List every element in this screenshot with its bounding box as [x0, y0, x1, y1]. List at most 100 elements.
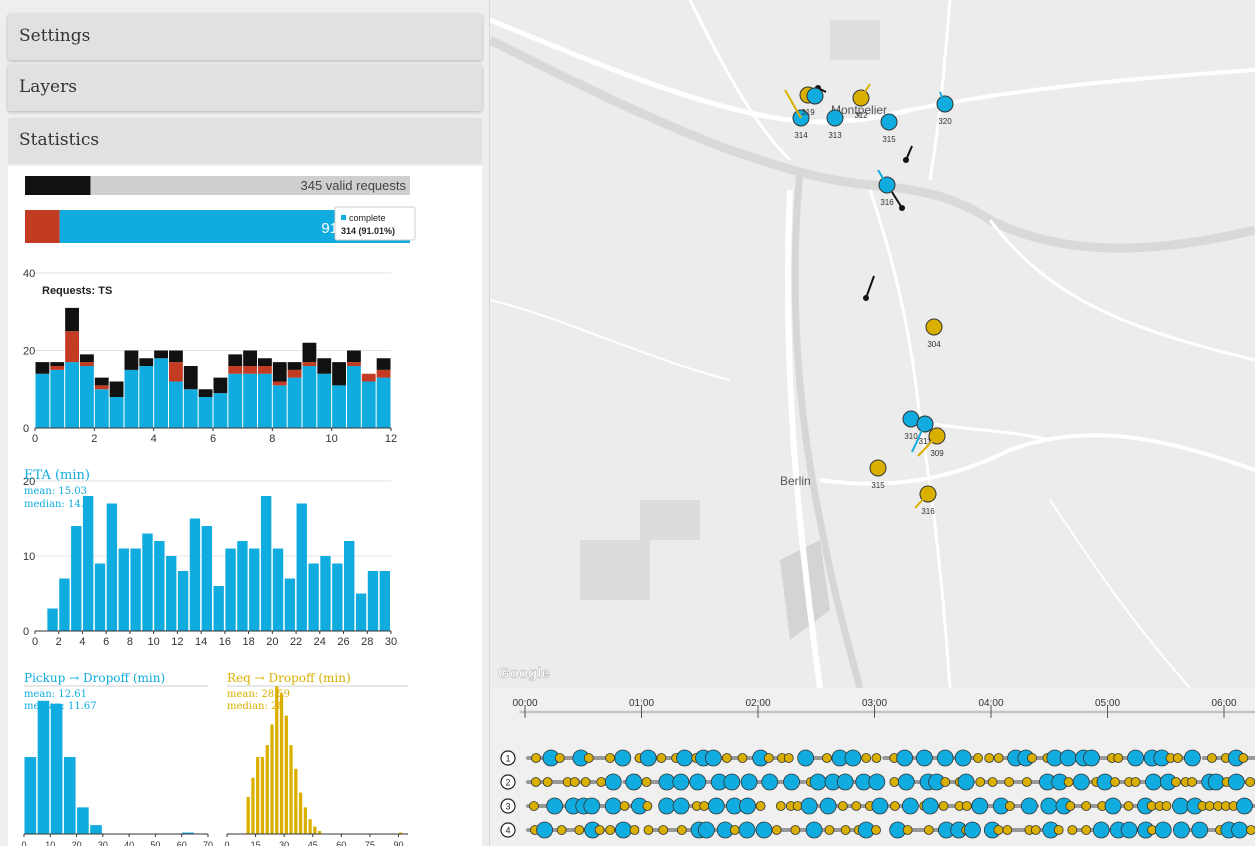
bar-segment[interactable] — [154, 358, 168, 428]
timeline-event[interactable] — [984, 753, 995, 763]
bar-segment[interactable] — [332, 362, 346, 386]
bar[interactable] — [260, 496, 272, 631]
timeline-event[interactable] — [530, 777, 541, 787]
bar[interactable] — [303, 807, 307, 834]
timeline-event[interactable] — [672, 797, 690, 815]
timeline-event[interactable] — [1004, 777, 1014, 787]
bar[interactable] — [189, 518, 201, 632]
bar-segment[interactable] — [169, 381, 183, 429]
timeline-row[interactable]: 4 — [500, 821, 1255, 839]
timeline-event[interactable] — [1072, 773, 1090, 791]
bar-segment[interactable] — [183, 389, 198, 428]
bar-segment[interactable] — [50, 369, 65, 428]
timeline-event[interactable] — [1127, 749, 1144, 767]
bar[interactable] — [118, 548, 129, 632]
timeline-event[interactable] — [1172, 797, 1189, 815]
timeline-event[interactable] — [783, 753, 794, 763]
statistics-accordion-header[interactable]: Statistics — [8, 118, 482, 164]
timeline-event[interactable] — [890, 801, 900, 811]
bar-segment[interactable] — [332, 385, 346, 428]
timeline-event[interactable] — [897, 773, 915, 791]
bar-segment[interactable] — [347, 362, 361, 366]
timeline-event[interactable] — [824, 825, 835, 835]
timeline-event[interactable] — [739, 797, 756, 815]
bar[interactable] — [237, 541, 248, 631]
bar-segment[interactable] — [287, 362, 302, 370]
bar-segment[interactable] — [169, 362, 183, 382]
timeline-event[interactable] — [775, 801, 786, 811]
bar-segment[interactable] — [80, 354, 94, 363]
bar[interactable] — [296, 503, 307, 632]
timeline-event[interactable] — [871, 825, 881, 835]
timeline-event[interactable] — [546, 797, 564, 815]
timeline-event[interactable] — [1081, 801, 1092, 811]
bar-segment[interactable] — [228, 354, 243, 366]
bar[interactable] — [308, 819, 312, 834]
timeline-event[interactable] — [837, 801, 848, 811]
timeline-event[interactable] — [921, 797, 939, 815]
timeline-event[interactable] — [641, 777, 652, 787]
timeline-canvas[interactable]: 00:00 01:00 02:00 03:00 04:00 05:00 06:00 1 2 3 4 — [490, 688, 1255, 846]
bar-segment[interactable] — [35, 362, 50, 374]
timeline-event[interactable] — [938, 801, 949, 811]
timeline-event[interactable] — [1059, 749, 1077, 767]
bar-segment[interactable] — [94, 385, 109, 390]
timeline-event[interactable] — [569, 777, 580, 787]
timeline-event[interactable] — [697, 821, 715, 839]
timeline-event[interactable] — [1191, 821, 1209, 839]
bar-segment[interactable] — [272, 381, 287, 386]
timeline-event[interactable] — [763, 753, 774, 763]
timeline-event[interactable] — [809, 773, 827, 791]
bar[interactable] — [270, 724, 274, 834]
bar[interactable] — [37, 700, 50, 834]
timeline-event[interactable] — [556, 825, 567, 835]
timeline-event[interactable] — [836, 773, 854, 791]
timeline-event[interactable] — [861, 753, 872, 763]
timeline-event[interactable] — [797, 749, 815, 767]
bar[interactable] — [279, 693, 284, 834]
bar[interactable] — [24, 757, 37, 834]
bar-segment[interactable] — [287, 377, 302, 428]
timeline-event[interactable] — [1113, 753, 1124, 763]
timeline-event[interactable] — [1067, 825, 1078, 835]
timeline-event[interactable] — [658, 825, 669, 835]
bar-segment[interactable] — [198, 397, 213, 428]
timeline-event[interactable] — [1027, 753, 1037, 763]
timeline-event[interactable] — [738, 821, 756, 839]
timeline-event[interactable] — [1236, 797, 1253, 815]
bar[interactable] — [284, 715, 288, 834]
timeline-event[interactable] — [1092, 821, 1110, 839]
timeline-event[interactable] — [740, 773, 758, 791]
timeline-event[interactable] — [993, 825, 1004, 835]
bar-segment[interactable] — [65, 362, 79, 428]
bar-segment[interactable] — [228, 366, 243, 374]
bar-segment[interactable] — [80, 366, 94, 428]
bar[interactable] — [308, 563, 319, 632]
bar-segment[interactable] — [139, 366, 154, 428]
timeline-event[interactable] — [643, 825, 654, 835]
timeline-event[interactable] — [1120, 821, 1138, 839]
timeline-event[interactable] — [1020, 797, 1038, 815]
timeline-event[interactable] — [583, 753, 594, 763]
bar-segment[interactable] — [376, 369, 391, 378]
timeline-event[interactable] — [971, 797, 989, 815]
bar-segment[interactable] — [124, 350, 139, 370]
bar[interactable] — [265, 745, 269, 834]
timeline-event[interactable] — [755, 801, 766, 811]
bar[interactable] — [50, 703, 63, 834]
bar-segment[interactable] — [302, 366, 317, 428]
bar-segment[interactable] — [302, 362, 317, 366]
bar-segment[interactable] — [287, 369, 302, 378]
timeline-event[interactable] — [542, 777, 553, 787]
map-canvas[interactable]: Montpelier Berlin 314 3133123153203163043… — [490, 0, 1255, 688]
timeline-event[interactable] — [1231, 821, 1248, 839]
bar-segment[interactable] — [347, 366, 361, 428]
timeline-event[interactable] — [676, 825, 687, 835]
bar-segment[interactable] — [183, 366, 198, 390]
timeline-event[interactable] — [1154, 821, 1172, 839]
timeline-event[interactable] — [902, 825, 913, 835]
bar[interactable] — [272, 548, 284, 632]
timeline-event[interactable] — [761, 773, 779, 791]
bar-segment[interactable] — [361, 381, 376, 429]
timeline-event[interactable] — [993, 753, 1004, 763]
